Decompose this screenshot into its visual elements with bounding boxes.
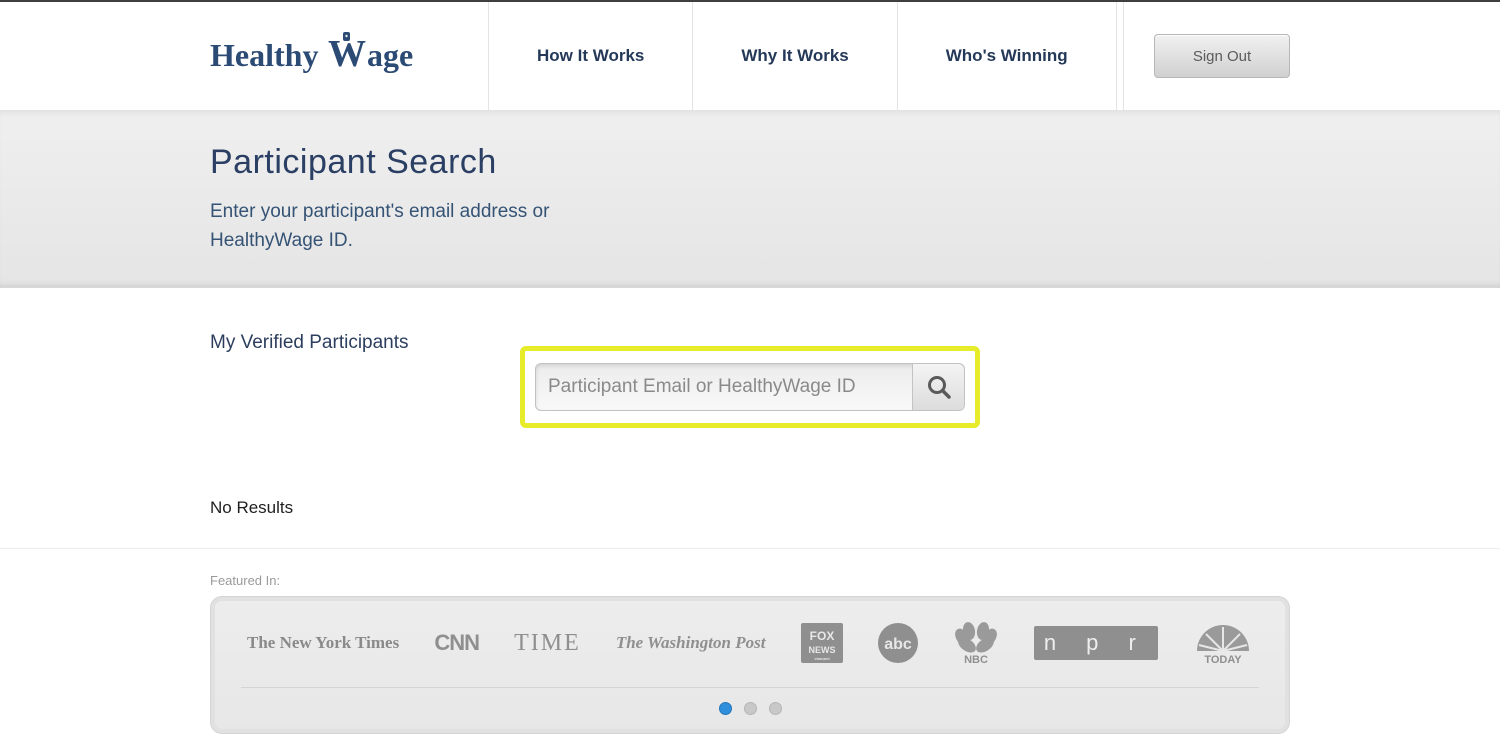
search-icon: [926, 374, 952, 400]
featured-panel: The New York Times CNN TIME The Washingt…: [210, 596, 1290, 734]
logo-today: TODAY: [1193, 623, 1253, 663]
logo-text: Healthy: [210, 37, 318, 73]
scale-icon: [343, 32, 350, 41]
featured-section: Featured In: The New York Times CNN TIME…: [0, 548, 1500, 734]
page-title: Participant Search: [210, 143, 1290, 182]
nav-spacer: [1116, 2, 1123, 110]
logo-fox-news: FOX NEWS channel: [801, 623, 843, 663]
signout-area: Sign Out: [1123, 2, 1290, 110]
logo-nyt: The New York Times: [247, 623, 399, 663]
page-subtitle: Enter your participant's email address o…: [210, 198, 630, 255]
participant-search-input[interactable]: [536, 364, 912, 410]
featured-label: Featured In:: [210, 573, 1290, 588]
svg-text:channel: channel: [814, 656, 829, 661]
logo-text-age: age: [367, 37, 413, 73]
logo-npr: n p r: [1034, 623, 1158, 663]
carousel-dot-3[interactable]: [769, 702, 782, 715]
search-highlight: [520, 346, 980, 428]
nav-how-it-works[interactable]: How It Works: [488, 2, 692, 110]
logo-nbc: NBC: [953, 623, 999, 663]
no-results-text: No Results: [210, 498, 1290, 518]
logos-row: The New York Times CNN TIME The Washingt…: [241, 623, 1259, 688]
nav-why-it-works[interactable]: Why It Works: [692, 2, 896, 110]
hero: Participant Search Enter your participan…: [0, 111, 1500, 288]
header: Healthy W age How It Works Why It Works …: [0, 2, 1500, 111]
signout-button[interactable]: Sign Out: [1154, 34, 1290, 78]
nav-whos-winning[interactable]: Who's Winning: [897, 2, 1116, 110]
logo-cnn: CNN: [434, 623, 479, 663]
logo-abc: abc: [878, 623, 918, 663]
svg-text:FOX: FOX: [809, 629, 834, 643]
nav: How It Works Why It Works Who's Winning …: [488, 2, 1290, 110]
svg-text:NBC: NBC: [964, 654, 988, 665]
search-button[interactable]: [912, 364, 964, 410]
carousel-dot-1[interactable]: [719, 702, 732, 715]
svg-text:abc: abc: [884, 636, 912, 653]
main: My Verified Participants No Results: [210, 288, 1290, 518]
logo[interactable]: Healthy W age: [210, 2, 488, 110]
search-box: [535, 363, 965, 411]
svg-text:NEWS: NEWS: [808, 645, 835, 655]
carousel-dot-2[interactable]: [744, 702, 757, 715]
logo-washington-post: The Washington Post: [616, 623, 766, 663]
carousel-dots: [241, 688, 1259, 715]
logo-time: TIME: [514, 623, 581, 663]
svg-text:TODAY: TODAY: [1204, 654, 1242, 665]
